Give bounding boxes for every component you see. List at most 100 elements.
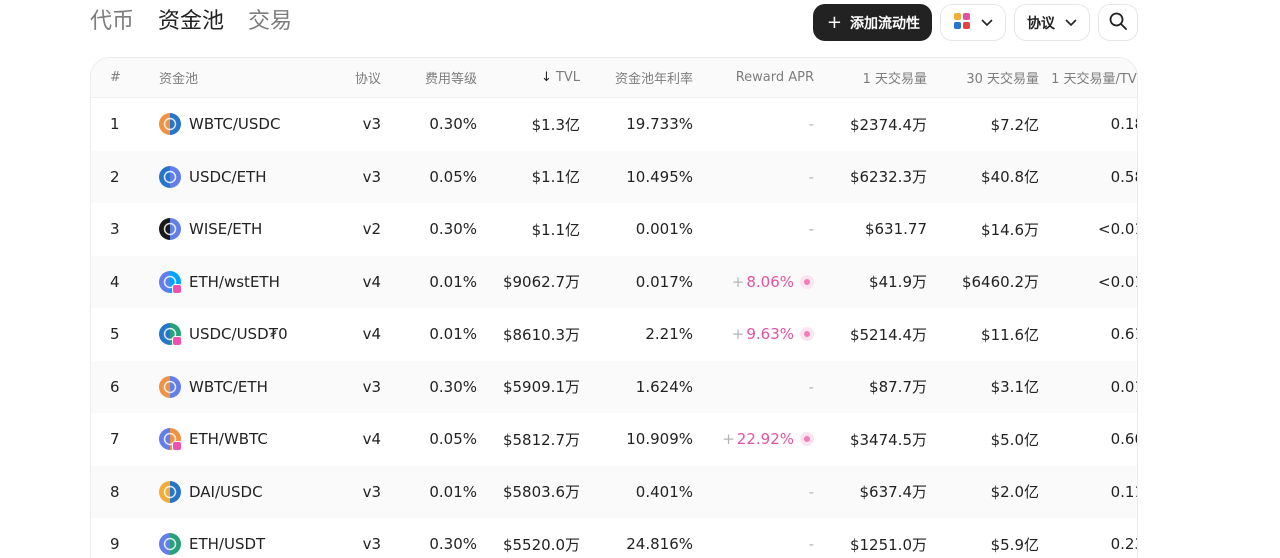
protocol-version: v3 [362, 167, 381, 186]
add-liquidity-button[interactable]: + 添加流动性 [812, 4, 932, 41]
volume-tvl-ratio-value: 0.61 [1110, 325, 1137, 344]
reward-apr-value: +8.06% [731, 272, 794, 291]
pool-cell: WBTC/USDC [159, 113, 349, 136]
reward-apr-cell: +9.63% [693, 325, 814, 343]
pool-apr-value: 24.816% [626, 535, 693, 554]
table-row[interactable]: 4 ETH/wstETH v4 0.01% $9062.7万 0.017% +8… [91, 255, 1137, 308]
volume-1d-value: $2374.4万 [849, 115, 927, 134]
reward-apr-cell: - [693, 168, 814, 186]
token-pair-icon [159, 375, 181, 398]
protocol-version: v2 [362, 220, 381, 239]
table-row[interactable]: 2 USDC/ETH v3 0.05% $1.1亿 10.495% - $623… [91, 150, 1137, 203]
pool-apr-value: 0.001% [635, 220, 693, 239]
table-row[interactable]: 6 WBTC/ETH v3 0.30% $5909.1万 1.624% - $8… [91, 360, 1137, 413]
volume-1d-value: $87.7万 [869, 378, 927, 397]
plus-icon: + [826, 11, 842, 33]
pool-apr-value: 19.733% [626, 115, 693, 134]
pool-cell: USDC/ETH [159, 165, 349, 188]
fee-tier: 0.01% [429, 482, 477, 501]
volume-tvl-ratio-value: 0.11 [1110, 482, 1137, 501]
volume-30d-value: $6460.2万 [961, 273, 1039, 292]
network-selector[interactable] [940, 4, 1006, 41]
reward-apr-cell: - [693, 115, 814, 133]
header-tvl[interactable]: ↓ TVL [477, 70, 580, 85]
pools-table: # 资金池 协议 费用等级 ↓ TVL 资金池年利率 Reward APR 1 天… [90, 57, 1138, 558]
volume-30d-value: $3.1亿 [990, 378, 1039, 397]
protocol-filter[interactable]: 协议 [1014, 4, 1090, 41]
volume-1d-value: $1251.0万 [849, 535, 927, 554]
header-fee-tier: 费用等级 [424, 72, 477, 87]
pool-pair-name: ETH/WBTC [189, 430, 268, 449]
fee-tier: 0.30% [429, 115, 477, 134]
header-volume-30d[interactable]: 30 天交易量 [927, 68, 1039, 87]
table-row[interactable]: 7 ETH/WBTC v4 0.05% $5812.7万 10.909% +22… [91, 413, 1137, 466]
tvl-value: $5803.6万 [502, 483, 580, 502]
token-pair-icon [159, 113, 181, 136]
search-button[interactable] [1098, 4, 1138, 41]
token-pair-icon [159, 533, 181, 556]
volume-30d-value: $5.0亿 [990, 430, 1039, 449]
volume-tvl-ratio-value: 0.01 [1110, 377, 1137, 396]
table-row[interactable]: 9 ETH/USDT v3 0.30% $5520.0万 24.816% - $… [91, 518, 1137, 558]
token-pair-icon [159, 270, 182, 294]
pool-apr-value: 10.495% [626, 167, 693, 186]
chevron-down-icon [1065, 15, 1077, 31]
reward-token-icon [800, 274, 814, 289]
tvl-value: $9062.7万 [502, 273, 580, 292]
tvl-value: $1.1亿 [531, 220, 580, 239]
tab-pools[interactable]: 资金池 [158, 8, 224, 36]
reward-apr-cell: - [693, 378, 814, 396]
pool-cell: WISE/ETH [159, 218, 349, 241]
fee-tier: 0.05% [429, 430, 477, 449]
pool-pair-name: ETH/USDT [189, 535, 266, 554]
tvl-value: $5520.0万 [502, 535, 580, 554]
volume-1d-value: $637.4万 [859, 483, 928, 502]
top-bar: 代币 资金池 交易 + 添加流动性 协议 [0, 0, 1280, 48]
table-row[interactable]: 1 WBTC/USDC v3 0.30% $1.3亿 19.733% - $23… [91, 98, 1137, 151]
header-pool-apr[interactable]: 资金池年利率 [580, 68, 693, 87]
volume-1d-value: $3474.5万 [849, 430, 927, 449]
hook-badge-icon [172, 441, 182, 452]
table-body: 1 WBTC/USDC v3 0.30% $1.3亿 19.733% - $23… [91, 98, 1137, 558]
volume-30d-value: $2.0亿 [990, 483, 1039, 502]
row-index: 8 [110, 482, 120, 501]
explore-tabs: 代币 资金池 交易 [90, 8, 292, 36]
volume-tvl-ratio-value: <0.01 [1098, 272, 1137, 291]
protocol-version: v4 [362, 325, 381, 344]
pool-apr-value: 0.401% [635, 482, 693, 501]
header-index: # [110, 70, 121, 85]
reward-apr-value: +9.63% [731, 325, 794, 344]
header-reward-apr[interactable]: Reward APR [693, 70, 814, 85]
pool-pair-name: WBTC/USDC [189, 115, 281, 134]
table-row[interactable]: 5 USDC/USD₮0 v4 0.01% $8610.3万 2.21% +9.… [91, 308, 1137, 361]
tvl-value: $5812.7万 [502, 430, 580, 449]
pool-pair-name: WISE/ETH [189, 220, 263, 239]
hook-badge-icon [172, 283, 182, 294]
header-protocol: 协议 [354, 72, 381, 87]
fee-tier: 0.30% [429, 377, 477, 396]
token-pair-icon [159, 428, 182, 452]
protocol-version: v3 [362, 482, 381, 501]
header-volume-1d[interactable]: 1 天交易量 [814, 68, 927, 87]
volume-tvl-ratio-value: 0.23 [1110, 535, 1137, 554]
pool-pair-name: USDC/USD₮0 [189, 325, 288, 344]
reward-apr-cell: - [693, 483, 814, 501]
header-pool: 资金池 [159, 72, 199, 87]
reward-apr-value: +22.92% [722, 430, 794, 449]
chevron-down-icon [981, 15, 993, 31]
table-header: # 资金池 协议 费用等级 ↓ TVL 资金池年利率 Reward APR 1 天… [91, 58, 1137, 98]
add-liquidity-label: 添加流动性 [850, 15, 920, 32]
header-volume-tvl-ratio[interactable]: 1 天交易量/TVL [1039, 68, 1137, 87]
tab-transactions[interactable]: 交易 [248, 8, 292, 36]
tab-tokens[interactable]: 代币 [90, 8, 134, 36]
volume-1d-value: $631.77 [864, 220, 927, 239]
volume-tvl-ratio-value: <0.01 [1098, 220, 1137, 239]
row-index: 7 [110, 430, 120, 449]
table-row[interactable]: 3 WISE/ETH v2 0.30% $1.1亿 0.001% - $631.… [91, 203, 1137, 256]
tvl-value: $5909.1万 [502, 378, 580, 397]
table-row[interactable]: 8 DAI/USDC v3 0.01% $5803.6万 0.401% - $6… [91, 465, 1137, 518]
reward-token-icon [800, 432, 814, 447]
volume-tvl-ratio-value: 0.60 [1110, 430, 1137, 449]
pool-cell: DAI/USDC [159, 480, 349, 503]
pool-cell: USDC/USD₮0 [159, 323, 349, 347]
